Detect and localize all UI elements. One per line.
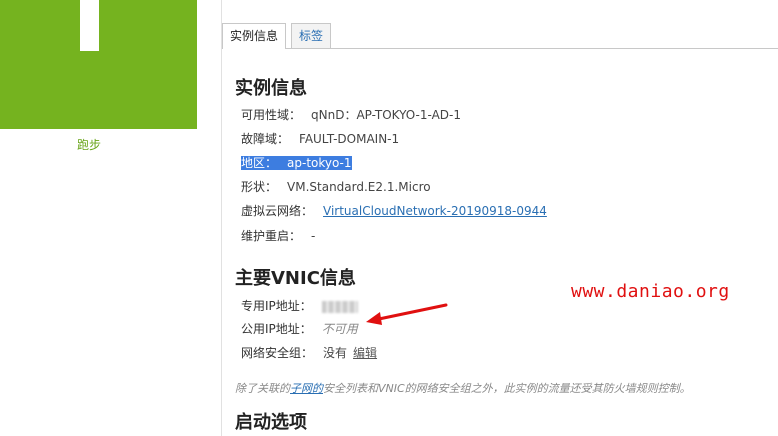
availability-domain-value: qNnD：AP-TOKYO-1-AD-1 bbox=[311, 108, 461, 122]
private-ip-value-redacted bbox=[321, 300, 358, 313]
shape-value: VM.Standard.E2.1.Micro bbox=[287, 180, 431, 194]
shape-label: 形状： bbox=[241, 180, 278, 194]
maintenance-reboot-label: 维护重启： bbox=[241, 229, 302, 243]
instance-details-panel: 实例信息 标签 实例信息 可用性域： qNnD：AP-TOKYO-1-AD-1 故… bbox=[221, 0, 778, 436]
maintenance-reboot-row: 维护重启： - bbox=[241, 227, 315, 245]
availability-domain-row: 可用性域： qNnD：AP-TOKYO-1-AD-1 bbox=[241, 106, 461, 124]
region-value: ap-tokyo-1 bbox=[277, 156, 352, 170]
shape-row: 形状： VM.Standard.E2.1.Micro bbox=[241, 178, 431, 196]
availability-domain-label: 可用性域： bbox=[241, 108, 302, 122]
nsg-label: 网络安全组： bbox=[241, 346, 314, 360]
note-suffix: 安全列表和VNIC的网络安全组之外，此实例的流量还受其防火墙规则控制。 bbox=[323, 382, 691, 395]
nsg-edit-link[interactable]: 编辑 bbox=[353, 346, 377, 360]
page: 跑步 实例信息 标签 实例信息 可用性域： qNnD：AP-TOKYO-1-AD-… bbox=[0, 0, 778, 436]
region-row: 地区： ap-tokyo-1 bbox=[241, 154, 352, 172]
tab-instance-info[interactable]: 实例信息 bbox=[222, 23, 287, 49]
nsg-row: 网络安全组： 没有 编辑 bbox=[241, 344, 377, 362]
fault-domain-label: 故障域： bbox=[241, 132, 290, 146]
public-ip-label: 公用IP地址： bbox=[241, 322, 312, 336]
vcn-label: 虚拟云网络： bbox=[241, 204, 314, 218]
status-label: 跑步 bbox=[76, 138, 101, 152]
tab-tags[interactable]: 标签 bbox=[291, 23, 332, 48]
public-ip-row: 公用IP地址： 不可用 bbox=[241, 320, 358, 338]
fault-domain-row: 故障域： FAULT-DOMAIN-1 bbox=[241, 130, 399, 148]
private-ip-label: 专用IP地址： bbox=[241, 299, 312, 313]
firewall-note: 除了关联的子网的安全列表和VNIC的网络安全组之外，此实例的流量还受其防火墙规则… bbox=[235, 380, 691, 396]
private-ip-row: 专用IP地址： bbox=[241, 297, 358, 315]
maintenance-reboot-value: - bbox=[311, 229, 316, 243]
instance-status-tile bbox=[0, 0, 197, 129]
vcn-link[interactable]: VirtualCloudNetwork-20190918-0944 bbox=[323, 204, 547, 218]
vnic-heading: 主要VNIC信息 bbox=[235, 268, 356, 289]
launch-options-heading: 启动选项 bbox=[235, 412, 307, 433]
tab-bar: 实例信息 标签 bbox=[222, 23, 778, 49]
watermark-text: www.daniao.org bbox=[571, 281, 730, 302]
vcn-row: 虚拟云网络： VirtualCloudNetwork-20190918-0944 bbox=[241, 202, 547, 220]
note-prefix: 除了关联的 bbox=[235, 382, 290, 395]
instance-info-heading: 实例信息 bbox=[235, 78, 307, 99]
nsg-value: 没有 bbox=[323, 346, 348, 360]
annotation-arrow-icon bbox=[366, 303, 448, 325]
fault-domain-value: FAULT-DOMAIN-1 bbox=[299, 132, 400, 146]
subnet-link[interactable]: 子网的 bbox=[290, 382, 323, 395]
status-icon bbox=[80, 0, 99, 51]
region-label: 地区： bbox=[241, 156, 278, 170]
public-ip-value: 不可用 bbox=[321, 322, 358, 336]
